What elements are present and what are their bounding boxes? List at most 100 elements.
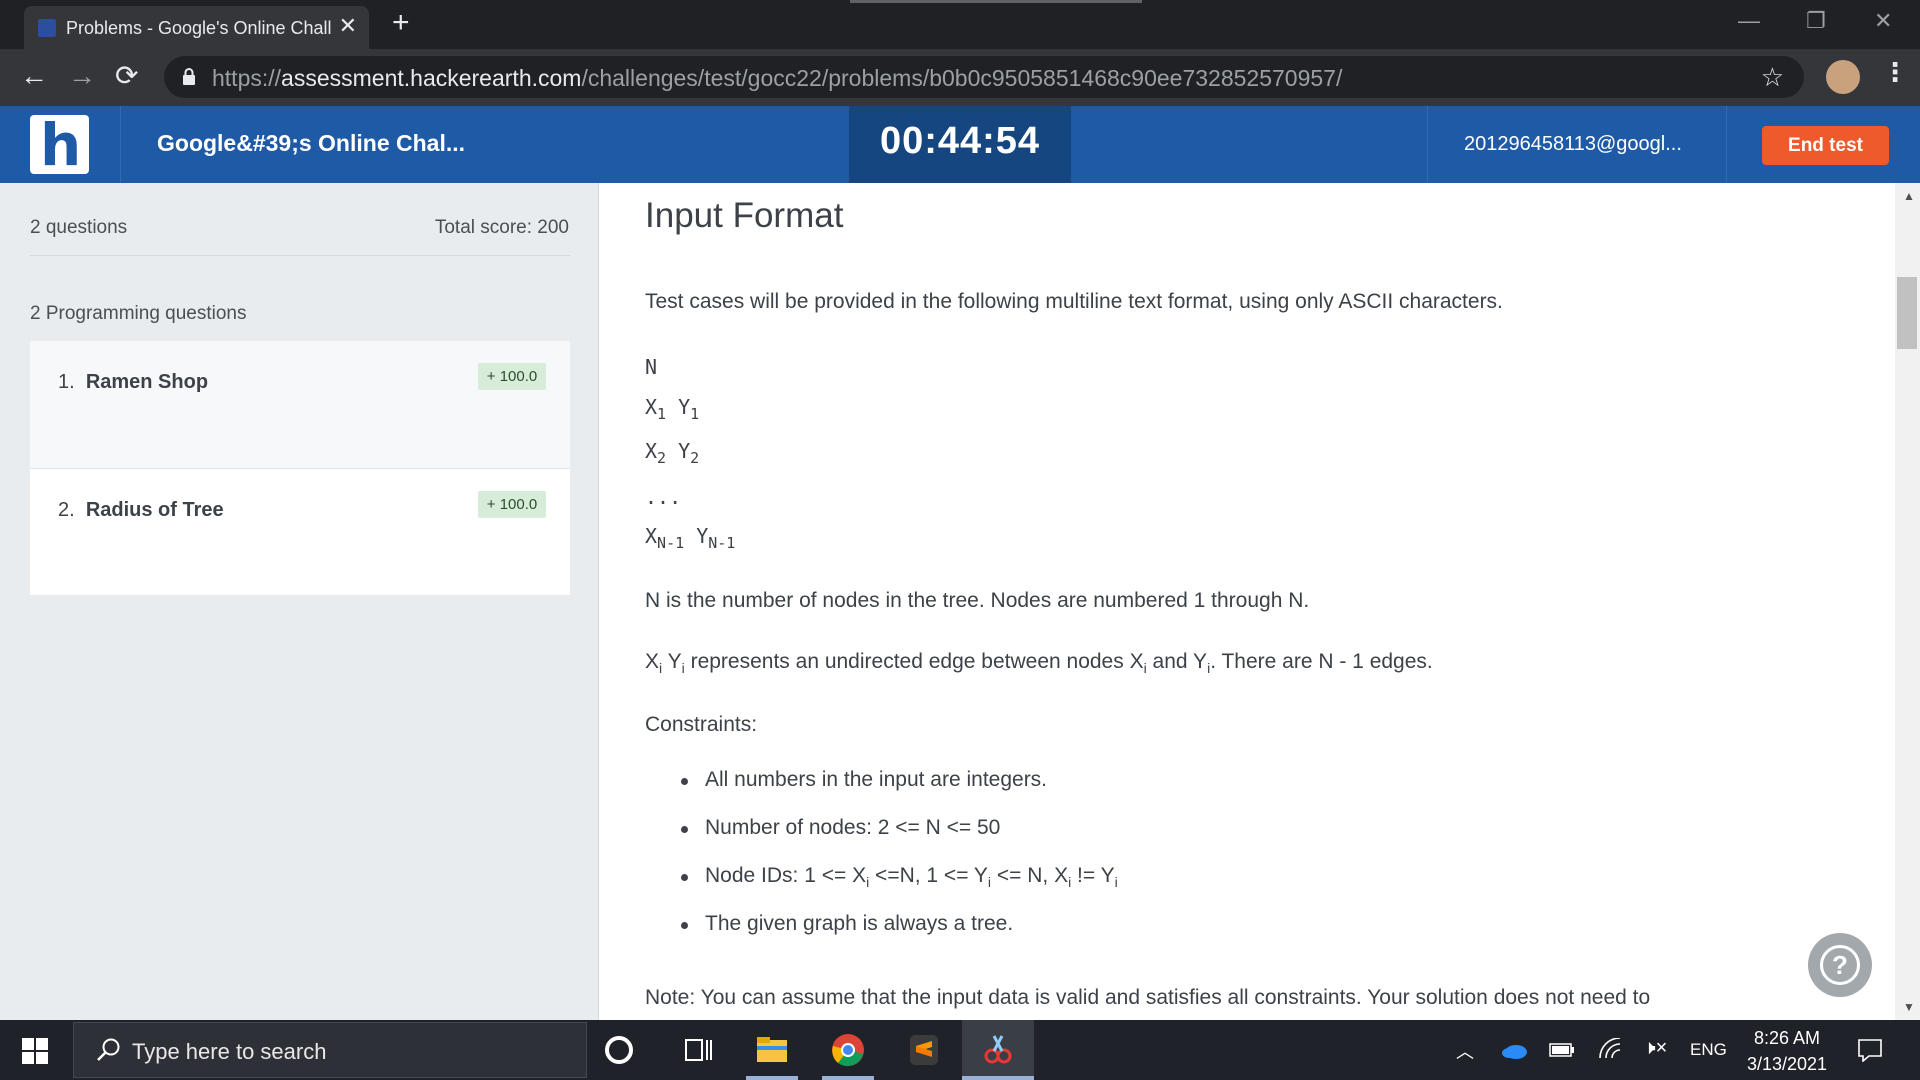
clock-time[interactable]: 8:26 AM (1742, 1028, 1832, 1049)
format-x: X (645, 395, 658, 419)
format-y: Y (678, 395, 691, 419)
constraint-sub: i (1114, 874, 1118, 891)
taskbar-search-box[interactable]: Type here to search (73, 1022, 587, 1078)
question-title: Ramen Shop (85, 371, 209, 393)
user-email: 201296458113@googl... (1464, 133, 1682, 155)
profile-avatar[interactable] (1826, 60, 1860, 94)
format-sub: 1 (690, 405, 700, 423)
constraint-item: All numbers in the input are integers. (681, 768, 1118, 816)
battery-icon[interactable] (1549, 1042, 1575, 1058)
question-item-ramen-shop[interactable]: 1. Ramen Shop + 100.0 (30, 341, 570, 468)
constraint-part: <= N, X (991, 864, 1069, 887)
format-sub: 2 (690, 449, 700, 467)
browser-tab[interactable]: Problems - Google's Online Chall ✕ (24, 6, 369, 49)
question-title: Radius of Tree (85, 499, 224, 521)
onedrive-icon[interactable] (1500, 1040, 1528, 1060)
edge-end: . There are N - 1 edges. (1210, 650, 1433, 673)
active-app-slot[interactable] (962, 1020, 1034, 1080)
score-badge: + 100.0 (478, 363, 546, 390)
lock-icon[interactable] (182, 68, 196, 86)
assessment-header: h Google&#39;s Online Chal... 00:44:54 2… (0, 106, 1920, 183)
nodes-description: N is the number of nodes in the tree. No… (645, 589, 1310, 612)
search-icon (97, 1038, 120, 1061)
format-sub: N-1 (708, 534, 736, 552)
sublime-text-icon[interactable] (906, 1032, 942, 1068)
clock-date[interactable]: 3/13/2021 (1742, 1054, 1832, 1075)
format-line-last: XN-1 YN-1 (645, 524, 735, 552)
question-number: 2. (58, 499, 75, 521)
tab-strip-accent (850, 0, 1142, 3)
taskbar-search-placeholder: Type here to search (132, 1039, 327, 1064)
format-x: X (645, 439, 658, 463)
hackerearth-favicon-icon (38, 19, 56, 37)
format-sub: 2 (657, 449, 667, 467)
cortana-icon[interactable] (605, 1036, 633, 1064)
volume-muted-icon[interactable]: 🕨× (1643, 1037, 1667, 1060)
end-test-button[interactable]: End test (1762, 126, 1889, 165)
constraints-label: Constraints: (645, 713, 758, 736)
url-omnibox[interactable]: https://assessment.hackerearth.com/chall… (164, 56, 1804, 98)
window-minimize-button[interactable]: — (1738, 8, 1760, 34)
edge-x: X (645, 650, 660, 673)
back-arrow-icon[interactable]: ← (20, 61, 48, 91)
task-view-icon[interactable] (680, 1032, 716, 1068)
format-line-1: X1 Y1 (645, 395, 699, 423)
help-button[interactable]: ? (1808, 933, 1872, 997)
explorer-active-indicator (746, 1076, 798, 1080)
url-text[interactable]: https://assessment.hackerearth.com/chall… (212, 65, 1342, 92)
constraint-item: Number of nodes: 2 <= N <= 50 (681, 816, 1118, 864)
browser-menu-icon[interactable]: ⋮ (1882, 59, 1908, 85)
edge-middle: represents an undirected edge between no… (684, 650, 1130, 673)
edge-y: Y (1193, 650, 1208, 673)
url-scheme: https:// (212, 65, 282, 91)
chrome-icon[interactable] (830, 1032, 866, 1068)
bookmark-star-icon[interactable]: ☆ (1761, 62, 1784, 93)
window-restore-button[interactable]: ❐ (1806, 8, 1826, 34)
question-count: 2 questions (30, 217, 128, 238)
header-divider (120, 106, 121, 183)
question-item-radius-of-tree[interactable]: 2. Radius of Tree + 100.0 (30, 468, 570, 595)
question-label: 2. Radius of Tree (58, 499, 224, 522)
logo-letter: h (40, 111, 82, 179)
scroll-up-arrow-icon[interactable]: ▲ (1903, 189, 1915, 203)
language-indicator[interactable]: ENG (1690, 1040, 1727, 1060)
problem-statement-panel[interactable]: Input Format Test cases will be provided… (600, 183, 1895, 1020)
snipping-tool-icon[interactable] (980, 1032, 1016, 1068)
wifi-icon[interactable] (1598, 1038, 1622, 1060)
tab-close-icon[interactable]: ✕ (339, 15, 357, 37)
snip-active-indicator (962, 1076, 1034, 1080)
format-x: X (645, 524, 658, 548)
scrollbar-thumb[interactable] (1897, 277, 1917, 349)
format-y: Y (696, 524, 709, 548)
question-number: 1. (58, 371, 75, 393)
constraint-part: != Y (1071, 864, 1115, 887)
constraint-part: Node IDs: 1 <= X (705, 864, 867, 887)
forward-arrow-icon[interactable]: → (68, 61, 96, 91)
total-score: Total score: 200 (434, 217, 569, 238)
section-title: 2 Programming questions (30, 303, 247, 324)
new-tab-button[interactable]: + (392, 8, 410, 38)
windows-start-icon[interactable] (22, 1038, 48, 1064)
edge-y: Y (667, 650, 682, 673)
edge-x: X (1129, 650, 1144, 673)
constraint-item: The given graph is always a tree. (681, 912, 1118, 960)
note-text: Note: You can assume that the input data… (645, 986, 1651, 1009)
question-label: 1. Ramen Shop (58, 371, 208, 394)
format-line-2: X2 Y2 (645, 439, 699, 467)
format-line-n: N (645, 355, 658, 379)
format-sub: N-1 (657, 534, 685, 552)
file-explorer-icon[interactable] (754, 1032, 790, 1068)
tray-chevron-up-icon[interactable]: ︿ (1456, 1038, 1474, 1064)
scroll-down-arrow-icon[interactable]: ▼ (1903, 1000, 1915, 1014)
url-path: /challenges/test/gocc22/problems/b0b0c95… (581, 65, 1343, 91)
browser-address-bar: ← → ⟳ https://assessment.hackerearth.com… (0, 49, 1920, 106)
input-intro-text: Test cases will be provided in the follo… (645, 290, 1503, 313)
window-close-button[interactable]: ✕ (1874, 8, 1892, 34)
constraint-item: Node IDs: 1 <= Xi <=N, 1 <= Yi <= N, Xi … (681, 864, 1118, 912)
questions-sidebar: 2 questions Total score: 200 2 Programmi… (0, 183, 599, 1020)
notifications-icon[interactable] (1857, 1038, 1883, 1062)
tab-title: Problems - Google's Online Chall (66, 18, 332, 38)
edge-description: Xi Yi represents an undirected edge betw… (645, 650, 1433, 676)
edge-and: and (1146, 650, 1194, 673)
reload-icon[interactable]: ⟳ (115, 61, 138, 91)
